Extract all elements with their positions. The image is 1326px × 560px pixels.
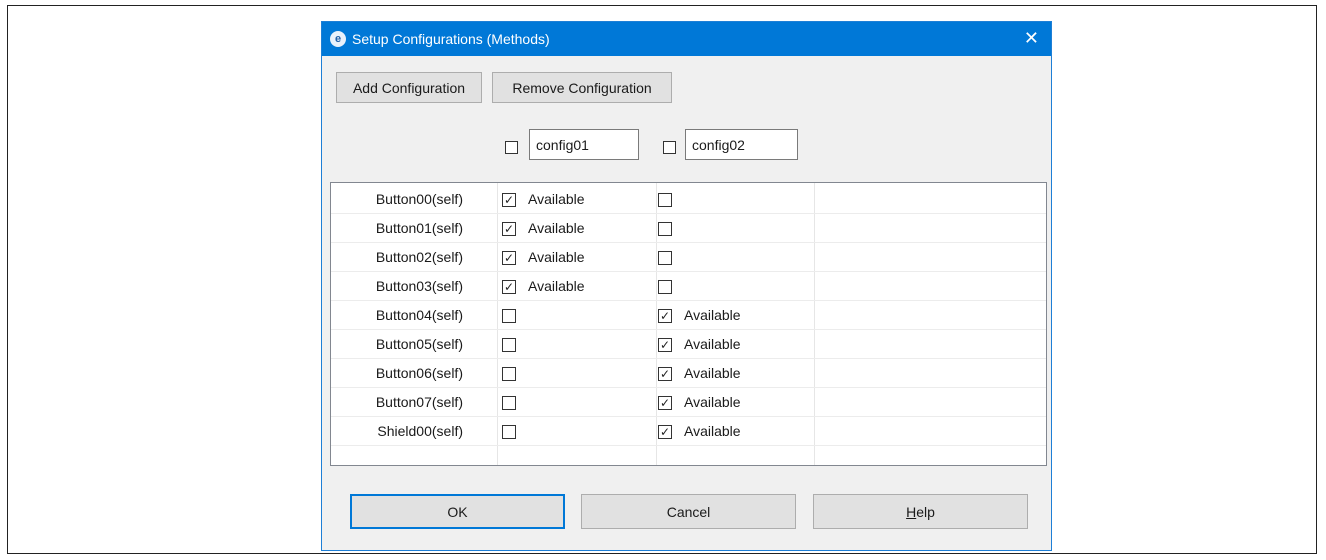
- table-row: Button01(self) ✓ Available: [331, 214, 1046, 243]
- config01-availability-checkbox[interactable]: ✓: [502, 280, 516, 294]
- config02-availability-checkbox[interactable]: [658, 222, 672, 236]
- config02-availability-checkbox[interactable]: [658, 193, 672, 207]
- row-label: Button00(self): [375, 191, 463, 207]
- row-label: Button06(self): [375, 365, 463, 381]
- close-icon[interactable]: ✕: [1024, 28, 1039, 48]
- row-label: Button07(self): [375, 394, 463, 410]
- config02-name-input[interactable]: config02: [685, 129, 798, 160]
- row-label: Shield00(self): [377, 423, 463, 439]
- configuration-table: Button00(self) ✓ Available Button01(self) ✓ A…: [330, 182, 1047, 466]
- row-label: Button02(self): [375, 249, 463, 265]
- config01-availability-checkbox[interactable]: ✓: [502, 193, 516, 207]
- config01-availability-checkbox[interactable]: ✓: [502, 251, 516, 265]
- setup-configurations-dialog: e Setup Configurations (Methods) ✕ Add C…: [321, 21, 1052, 551]
- row-label: Button04(self): [375, 307, 463, 323]
- table-row: Button05(self) ✓ Available: [331, 330, 1046, 359]
- availability-label: Available: [684, 336, 741, 352]
- config01-availability-checkbox[interactable]: ✓: [502, 222, 516, 236]
- help-button[interactable]: Help: [813, 494, 1028, 529]
- config01-name-input[interactable]: config01: [529, 129, 639, 160]
- config01-select-checkbox[interactable]: [505, 141, 518, 154]
- table-row: Button02(self) ✓ Available: [331, 243, 1046, 272]
- remove-configuration-button[interactable]: Remove Configuration: [492, 72, 672, 103]
- table-row: Button03(self) ✓ Available: [331, 272, 1046, 301]
- config02-availability-checkbox[interactable]: ✓: [658, 425, 672, 439]
- availability-label: Available: [528, 220, 585, 236]
- availability-label: Available: [684, 365, 741, 381]
- help-mnemonic: H: [906, 503, 917, 520]
- config01-availability-checkbox[interactable]: [502, 309, 516, 323]
- table-row: Button00(self) ✓ Available: [331, 185, 1046, 214]
- config02-availability-checkbox[interactable]: ✓: [658, 367, 672, 381]
- config01-availability-checkbox[interactable]: [502, 425, 516, 439]
- window-title: Setup Configurations (Methods): [352, 31, 550, 47]
- title-bar: e Setup Configurations (Methods) ✕: [322, 22, 1051, 56]
- availability-label: Available: [684, 394, 741, 410]
- app-icon: e: [330, 31, 346, 47]
- table-row: Shield00(self) ✓ Available: [331, 417, 1046, 446]
- table-row: Button04(self) ✓ Available: [331, 301, 1046, 330]
- add-configuration-button[interactable]: Add Configuration: [336, 72, 482, 103]
- config01-availability-checkbox[interactable]: [502, 367, 516, 381]
- config01-availability-checkbox[interactable]: [502, 396, 516, 410]
- row-label: Button01(self): [375, 220, 463, 236]
- empty-row: [331, 446, 1046, 465]
- config02-availability-checkbox[interactable]: [658, 280, 672, 294]
- config02-availability-checkbox[interactable]: ✓: [658, 338, 672, 352]
- row-label: Button05(self): [375, 336, 463, 352]
- availability-label: Available: [684, 423, 741, 439]
- availability-label: Available: [684, 307, 741, 323]
- config02-availability-checkbox[interactable]: ✓: [658, 309, 672, 323]
- config02-availability-checkbox[interactable]: ✓: [658, 396, 672, 410]
- availability-label: Available: [528, 191, 585, 207]
- table-row: Button06(self) ✓ Available: [331, 359, 1046, 388]
- availability-label: Available: [528, 249, 585, 265]
- cancel-button[interactable]: Cancel: [581, 494, 796, 529]
- row-label: Button03(self): [375, 278, 463, 294]
- availability-label: Available: [528, 278, 585, 294]
- config02-availability-checkbox[interactable]: [658, 251, 672, 265]
- config02-select-checkbox[interactable]: [663, 141, 676, 154]
- config01-availability-checkbox[interactable]: [502, 338, 516, 352]
- help-label-rest: elp: [916, 503, 935, 520]
- table-row: Button07(self) ✓ Available: [331, 388, 1046, 417]
- ok-button[interactable]: OK: [350, 494, 565, 529]
